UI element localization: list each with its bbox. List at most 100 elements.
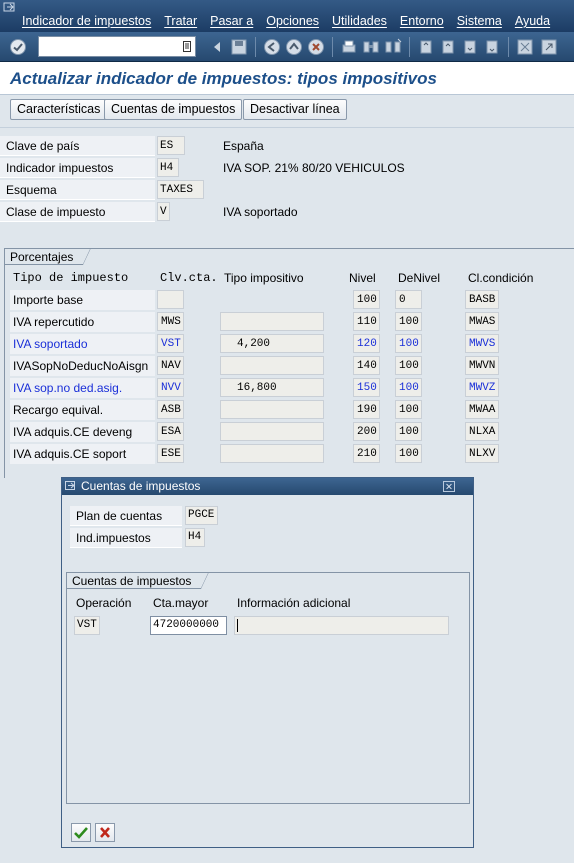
cancel-icon[interactable] bbox=[307, 38, 325, 56]
rate-cell[interactable] bbox=[220, 312, 324, 331]
account-key-cell: MWS bbox=[157, 312, 184, 331]
tax-type-label: IVA repercutido bbox=[10, 312, 155, 332]
save-icon[interactable] bbox=[230, 38, 248, 56]
from-level-cell: 100 bbox=[395, 356, 422, 375]
last-page-icon[interactable] bbox=[483, 38, 501, 56]
tax-type-label: Importe base bbox=[10, 290, 155, 310]
menu-opciones[interactable]: Opciones bbox=[266, 14, 319, 28]
condition-cell: MWVN bbox=[465, 356, 499, 375]
from-level-cell: 100 bbox=[395, 444, 422, 463]
cuentas-group: Cuentas de impuestos Operación Cta.mayor… bbox=[66, 572, 470, 804]
clase-desc: IVA soportado bbox=[223, 205, 298, 219]
col-clv-cta: Clv.cta. bbox=[160, 271, 218, 285]
esquema-label: Esquema bbox=[0, 180, 155, 200]
next-page-icon[interactable] bbox=[461, 38, 479, 56]
confirm-button[interactable] bbox=[71, 823, 91, 842]
col-operacion: Operación bbox=[76, 596, 132, 610]
menu-indicador[interactable]: Indicador de impuestos bbox=[22, 14, 151, 28]
condition-cell: MWVZ bbox=[465, 378, 499, 397]
tax-type-label: Recargo equival. bbox=[10, 400, 155, 420]
level-cell: 100 bbox=[353, 290, 380, 309]
back-arrow-icon[interactable] bbox=[208, 38, 226, 56]
shortcut-icon[interactable] bbox=[540, 38, 558, 56]
cancel-button[interactable] bbox=[95, 823, 115, 842]
from-level-cell: 100 bbox=[395, 400, 422, 419]
indicador-label: Indicador impuestos bbox=[0, 158, 155, 178]
previous-page-icon[interactable] bbox=[439, 38, 457, 56]
condition-cell: MWAA bbox=[465, 400, 499, 419]
desactivar-linea-button[interactable]: Desactivar línea bbox=[243, 99, 347, 120]
level-cell: 150 bbox=[353, 378, 380, 397]
new-session-icon[interactable] bbox=[516, 38, 534, 56]
caracteristicas-button[interactable]: Características bbox=[10, 99, 108, 120]
menu-sistema[interactable]: Sistema bbox=[457, 14, 502, 28]
rate-cell[interactable] bbox=[220, 422, 324, 441]
menu-tratar[interactable]: Tratar bbox=[164, 14, 197, 28]
clave-pais-label: Clave de país bbox=[0, 136, 155, 156]
ind-impuestos-field: H4 bbox=[185, 528, 205, 547]
print-icon[interactable] bbox=[340, 38, 358, 56]
level-cell: 210 bbox=[353, 444, 380, 463]
from-level-cell: 100 bbox=[395, 334, 422, 353]
back-icon[interactable] bbox=[263, 38, 281, 56]
col-denivel: DeNivel bbox=[398, 271, 441, 285]
separator bbox=[508, 37, 509, 57]
porcentajes-group-title: Porcentajes bbox=[4, 248, 92, 265]
history-icon[interactable] bbox=[183, 41, 191, 52]
clave-pais-desc: España bbox=[223, 139, 264, 153]
rate-cell[interactable] bbox=[220, 356, 324, 375]
tax-type-label: IVA sop.no ded.asig. bbox=[10, 378, 155, 398]
first-page-icon[interactable] bbox=[417, 38, 435, 56]
cuentas-impuestos-dialog: Cuentas de impuestos Plan de cuentas PGC… bbox=[61, 477, 474, 848]
col-cta-mayor: Cta.mayor bbox=[153, 596, 209, 610]
text-cursor bbox=[237, 619, 238, 632]
account-key-cell bbox=[157, 290, 184, 309]
rate-cell[interactable] bbox=[220, 400, 324, 419]
rate-cell[interactable]: 4,200 bbox=[220, 334, 324, 353]
exit-icon[interactable] bbox=[285, 38, 303, 56]
separator bbox=[409, 37, 410, 57]
account-key-cell: ASB bbox=[157, 400, 184, 419]
close-icon[interactable] bbox=[443, 481, 455, 492]
account-key-cell: ESE bbox=[157, 444, 184, 463]
plan-cuentas-field: PGCE bbox=[185, 506, 218, 525]
account-key-cell: ESA bbox=[157, 422, 184, 441]
level-cell: 120 bbox=[353, 334, 380, 353]
info-adicional-input[interactable] bbox=[234, 616, 449, 635]
condition-cell: NLXV bbox=[465, 444, 499, 463]
find-icon[interactable] bbox=[362, 38, 380, 56]
separator bbox=[255, 37, 256, 57]
condition-cell: BASB bbox=[465, 290, 499, 309]
account-key-cell: VST bbox=[157, 334, 184, 353]
checkmark-icon bbox=[74, 827, 88, 839]
tax-type-label: IVA adquis.CE soport bbox=[10, 444, 155, 464]
menu-utilidades[interactable]: Utilidades bbox=[332, 14, 387, 28]
rate-cell[interactable]: 16,800 bbox=[220, 378, 324, 397]
menu-bar: Indicador de impuestos Tratar Pasar a Op… bbox=[0, 0, 574, 32]
separator bbox=[332, 37, 333, 57]
command-field[interactable] bbox=[38, 36, 196, 57]
col-cl-condicion: Cl.condición bbox=[468, 271, 534, 285]
indicador-desc: IVA SOP. 21% 80/20 VEHICULOS bbox=[223, 161, 405, 175]
cta-mayor-input[interactable]: 4720000000 bbox=[150, 616, 227, 635]
operacion-field: VST bbox=[74, 616, 100, 635]
rate-cell[interactable] bbox=[220, 444, 324, 463]
cuentas-impuestos-button[interactable]: Cuentas de impuestos bbox=[104, 99, 243, 120]
level-cell: 110 bbox=[353, 312, 380, 331]
enter-icon[interactable] bbox=[9, 38, 27, 56]
ind-impuestos-label: Ind.impuestos bbox=[70, 528, 182, 548]
indicador-field: H4 bbox=[157, 158, 179, 177]
clase-label: Clase de impuesto bbox=[0, 202, 155, 222]
find-next-icon[interactable] bbox=[384, 38, 402, 56]
application-toolbar: Características Cuentas de impuestos Des… bbox=[0, 96, 574, 126]
clase-field: V bbox=[157, 202, 170, 221]
condition-cell: NLXA bbox=[465, 422, 499, 441]
menu-ayuda[interactable]: Ayuda bbox=[515, 14, 550, 28]
from-level-cell: 0 bbox=[395, 290, 422, 309]
menu-entorno[interactable]: Entorno bbox=[400, 14, 444, 28]
dialog-system-icon[interactable] bbox=[65, 480, 77, 492]
menu-pasar-a[interactable]: Pasar a bbox=[210, 14, 253, 28]
system-menu-icon[interactable] bbox=[3, 1, 17, 13]
tax-type-label: IVA adquis.CE deveng bbox=[10, 422, 155, 442]
tax-type-label: IVA soportado bbox=[10, 334, 155, 354]
